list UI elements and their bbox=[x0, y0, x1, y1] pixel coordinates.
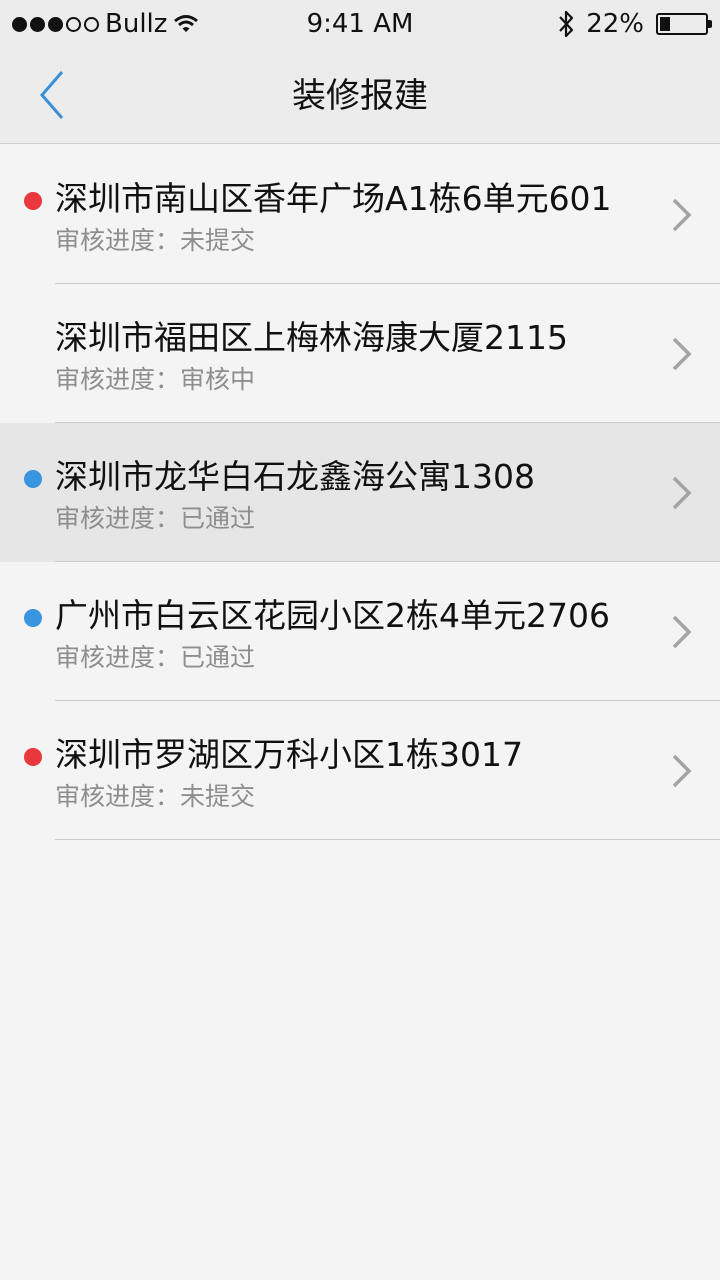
review-status-value: 未提交 bbox=[180, 226, 256, 255]
list-item[interactable]: 深圳市罗湖区万科小区1栋3017 审核进度：未提交 bbox=[0, 701, 720, 840]
status-dot-icon bbox=[24, 470, 42, 488]
bluetooth-icon bbox=[559, 10, 574, 38]
review-status-value: 已通过 bbox=[180, 643, 256, 672]
row-divider bbox=[55, 839, 720, 840]
review-status-value: 已通过 bbox=[180, 504, 256, 533]
status-bar: Bullz 9:41 AM 22% bbox=[0, 0, 720, 48]
list-item[interactable]: 深圳市福田区上梅林海康大厦2115 审核进度：审核中 bbox=[0, 284, 720, 423]
item-review-status: 审核进度：未提交 bbox=[55, 779, 255, 815]
item-address: 深圳市龙华白石龙鑫海公寓1308 bbox=[55, 457, 535, 496]
review-status-label: 审核进度： bbox=[55, 365, 181, 394]
item-review-status: 审核进度：未提交 bbox=[55, 223, 255, 259]
page-title: 装修报建 bbox=[292, 76, 428, 116]
item-address: 深圳市南山区香年广场A1栋6单元601 bbox=[55, 179, 612, 218]
item-address: 深圳市福田区上梅林海康大厦2115 bbox=[55, 318, 568, 357]
item-review-status: 审核进度：审核中 bbox=[55, 362, 255, 398]
battery-icon bbox=[656, 13, 712, 35]
chevron-right-icon bbox=[672, 476, 692, 510]
battery-percent: 22% bbox=[586, 9, 644, 39]
review-status-value: 审核中 bbox=[180, 365, 256, 394]
item-review-status: 审核进度：已通过 bbox=[55, 640, 255, 676]
battery-level bbox=[660, 17, 670, 31]
list-item[interactable]: 广州市白云区花园小区2栋4单元2706 审核进度：已通过 bbox=[0, 562, 720, 701]
status-dot-icon bbox=[24, 609, 42, 627]
chevron-right-icon bbox=[672, 615, 692, 649]
application-list: 深圳市南山区香年广场A1栋6单元601 审核进度：未提交 深圳市福田区上梅林海康大厦… bbox=[0, 145, 720, 840]
review-status-value: 未提交 bbox=[180, 782, 256, 811]
item-address: 深圳市罗湖区万科小区1栋3017 bbox=[55, 735, 523, 774]
battery-tip bbox=[708, 20, 712, 28]
item-address: 广州市白云区花园小区2栋4单元2706 bbox=[55, 596, 610, 635]
chevron-right-icon bbox=[672, 198, 692, 232]
review-status-label: 审核进度： bbox=[55, 226, 181, 255]
item-review-status: 审核进度：已通过 bbox=[55, 501, 255, 537]
review-status-label: 审核进度： bbox=[55, 643, 181, 672]
chevron-right-icon bbox=[672, 754, 692, 788]
navigation-bar: 装修报建 bbox=[0, 48, 720, 144]
list-item[interactable]: 深圳市龙华白石龙鑫海公寓1308 审核进度：已通过 bbox=[0, 423, 720, 562]
status-right: 22% bbox=[558, 8, 712, 40]
chevron-right-icon bbox=[672, 337, 692, 371]
status-dot-icon bbox=[24, 192, 42, 210]
review-status-label: 审核进度： bbox=[55, 782, 181, 811]
list-item[interactable]: 深圳市南山区香年广场A1栋6单元601 审核进度：未提交 bbox=[0, 145, 720, 284]
review-status-label: 审核进度： bbox=[55, 504, 181, 533]
status-dot-icon bbox=[24, 748, 42, 766]
